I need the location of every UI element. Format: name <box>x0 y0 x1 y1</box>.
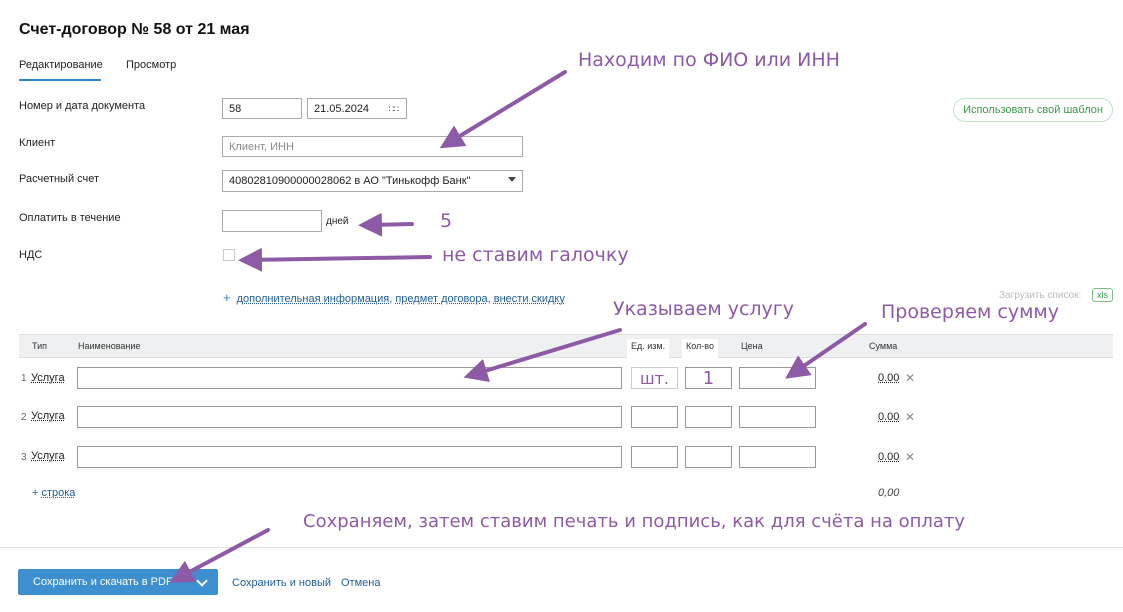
arrow-to-vat <box>238 247 432 272</box>
arrow-to-name <box>463 328 622 382</box>
arrow-to-save <box>169 528 270 583</box>
arrow-to-days <box>358 212 414 237</box>
annotation-arrows <box>169 70 867 583</box>
arrow-to-price <box>785 322 867 379</box>
arrow-to-client <box>439 70 567 149</box>
